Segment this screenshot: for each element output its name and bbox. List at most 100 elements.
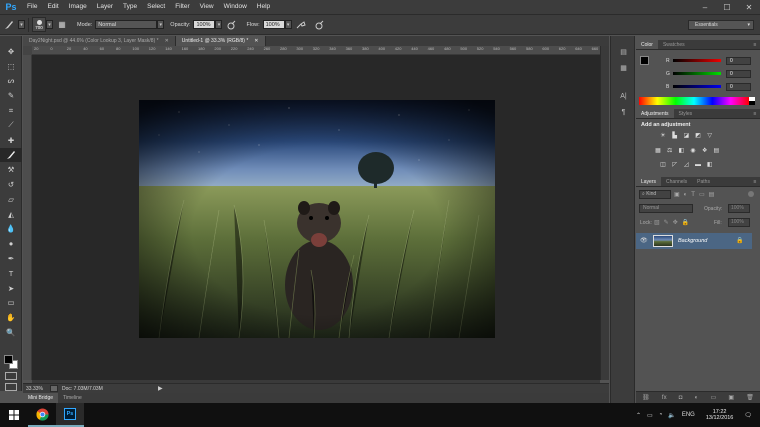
trash-icon[interactable]: 🗑 [746,394,754,401]
color-lookup-icon[interactable]: ▤ [711,146,721,155]
lasso-tool-icon[interactable]: ᔕ [0,74,22,89]
marquee-tool-icon[interactable]: ⬚ [0,59,22,74]
black-swatch[interactable] [749,101,755,105]
chevron-up-icon[interactable]: ⌃ [633,412,644,419]
blend-mode-select[interactable]: Normal [639,204,693,213]
vertical-scrollbar[interactable] [600,46,609,380]
document-canvas-image[interactable] [139,100,495,338]
fill-input[interactable]: 100% [728,218,750,227]
curves-icon[interactable]: ◪ [681,131,691,140]
notifications-icon[interactable]: 🗨 [741,412,760,419]
opacity-dropdown[interactable]: ▾ [215,20,223,29]
foreground-color-swatch[interactable] [4,355,13,364]
menu-layer[interactable]: Layer [92,0,118,14]
blue-value[interactable]: 0 [726,82,751,91]
selective-color-icon[interactable]: ◧ [705,160,715,169]
menu-window[interactable]: Window [219,0,252,14]
menu-image[interactable]: Image [64,0,92,14]
eraser-tool-icon[interactable]: ▱ [0,192,22,207]
link-layers-icon[interactable]: ⛓ [642,394,650,401]
brightness-contrast-icon[interactable]: ☀ [658,131,668,140]
mode-dropdown-arrow[interactable]: ▾ [157,20,165,29]
horizontal-ruler[interactable]: 20 0 20 40 60 80 100 120 140 160 180 200 220 240 260 28… [32,46,600,55]
menu-view[interactable]: View [195,0,219,14]
menu-help[interactable]: Help [252,0,275,14]
adjustment-layer-icon[interactable]: ◐ [695,395,699,401]
brush-preset-dropdown[interactable]: ▾ [46,20,53,29]
network-icon[interactable]: ◔ [656,412,666,418]
lock-icons[interactable]: ▧✎✥🔒 [654,219,693,226]
tab-color[interactable]: Color [636,40,658,49]
history-brush-tool-icon[interactable]: ↺ [0,177,22,192]
character-panel-icon[interactable]: A| [611,88,636,104]
path-selection-tool-icon[interactable]: ➤ [0,281,22,296]
tab-adjustments[interactable]: Adjustments [636,109,674,118]
panel-menu-icon[interactable]: ≡ [750,40,760,49]
crop-tool-icon[interactable]: ⌗ [0,103,22,118]
close-button[interactable]: ✕ [738,0,760,14]
zoom-level[interactable]: 33.33% [26,386,50,392]
new-group-icon[interactable]: ▭ [710,394,716,401]
layer-filter-select[interactable]: ⌕ Kind [639,190,671,199]
tab-untitled-1[interactable]: Untitled-1 @ 33.3% (RGB/8) * ✕ [175,36,266,46]
healing-brush-tool-icon[interactable]: ✚ [0,133,22,148]
tab-paths[interactable]: Paths [692,177,715,186]
tab-styles[interactable]: Styles [674,109,698,118]
visibility-eye-icon[interactable]: 👁 [640,237,648,244]
close-icon[interactable]: ✕ [165,36,169,46]
quick-mask-icon[interactable] [5,372,17,380]
tab-channels[interactable]: Channels [661,177,692,186]
threshold-icon[interactable]: ◿ [681,160,691,169]
play-icon[interactable]: ▶ [158,385,163,392]
pen-tool-icon[interactable]: ✒ [0,251,22,266]
color-panel-fg-swatch[interactable] [640,56,649,65]
tab-mini-bridge[interactable]: Mini Bridge [23,393,59,403]
toolbar-grip[interactable] [0,36,21,44]
pressure-opacity-icon[interactable] [225,19,237,31]
color-balance-icon[interactable]: ⚖ [665,146,675,155]
rectangle-tool-icon[interactable]: ▭ [0,296,22,311]
history-panel-icon[interactable]: ▤ [611,44,636,60]
brush-panel-toggle-icon[interactable]: ▦ [56,19,68,31]
flow-input[interactable]: 100% [262,20,285,29]
vibrance-icon[interactable]: ▽ [705,131,715,140]
panel-menu-icon[interactable]: ≡ [750,177,760,186]
move-tool-icon[interactable]: ✥ [0,44,22,59]
flow-dropdown[interactable]: ▾ [284,20,292,29]
photoshop-taskbar-button[interactable]: Ps [56,403,84,427]
maximize-button[interactable]: ☐ [716,0,738,14]
pressure-size-icon[interactable] [313,19,325,31]
hue-saturation-icon[interactable]: ▦ [653,146,663,155]
add-mask-icon[interactable]: ◘ [679,395,683,401]
layer-name[interactable]: Background [678,238,707,244]
menu-file[interactable]: File [22,0,42,14]
battery-icon[interactable]: ▭ [644,412,656,419]
blue-track[interactable] [673,85,721,88]
layer-row-background[interactable]: 👁 Background 🔒 [636,233,752,249]
tab-timeline[interactable]: Timeline [58,393,87,403]
red-track[interactable] [673,59,721,62]
status-info-icon[interactable] [50,385,58,392]
windows-start-button[interactable] [0,403,28,427]
menu-filter[interactable]: Filter [170,0,194,14]
volume-icon[interactable]: 🔈 [665,412,678,419]
tab-day2night[interactable]: Day2Night.psd @ 44.6% (Color Lookup 3, L… [23,36,176,46]
type-tool-icon[interactable]: T [0,266,22,281]
opacity-input[interactable]: 100% [193,20,216,29]
paint-bucket-tool-icon[interactable]: ◭ [0,207,22,222]
clock[interactable]: 17:22 13/12/2016 [698,409,742,421]
levels-icon[interactable]: ▙ [670,131,680,140]
green-value[interactable]: 0 [726,69,751,78]
color-spectrum-ramp[interactable] [639,97,749,105]
eyedropper-tool-icon[interactable]: ⟋ [0,118,22,133]
airbrush-icon[interactable] [295,19,307,31]
dodge-tool-icon[interactable]: ● [0,236,22,251]
paragraph-panel-icon[interactable]: ¶ [611,104,636,120]
quick-selection-tool-icon[interactable]: ✎ [0,88,22,103]
tab-swatches[interactable]: Swatches [658,40,690,49]
panel-menu-icon[interactable]: ≡ [750,109,760,118]
menu-type[interactable]: Type [118,0,142,14]
exposure-icon[interactable]: ◩ [693,131,703,140]
properties-panel-icon[interactable]: ▦ [611,60,636,76]
brush-tool-icon[interactable] [3,19,15,31]
